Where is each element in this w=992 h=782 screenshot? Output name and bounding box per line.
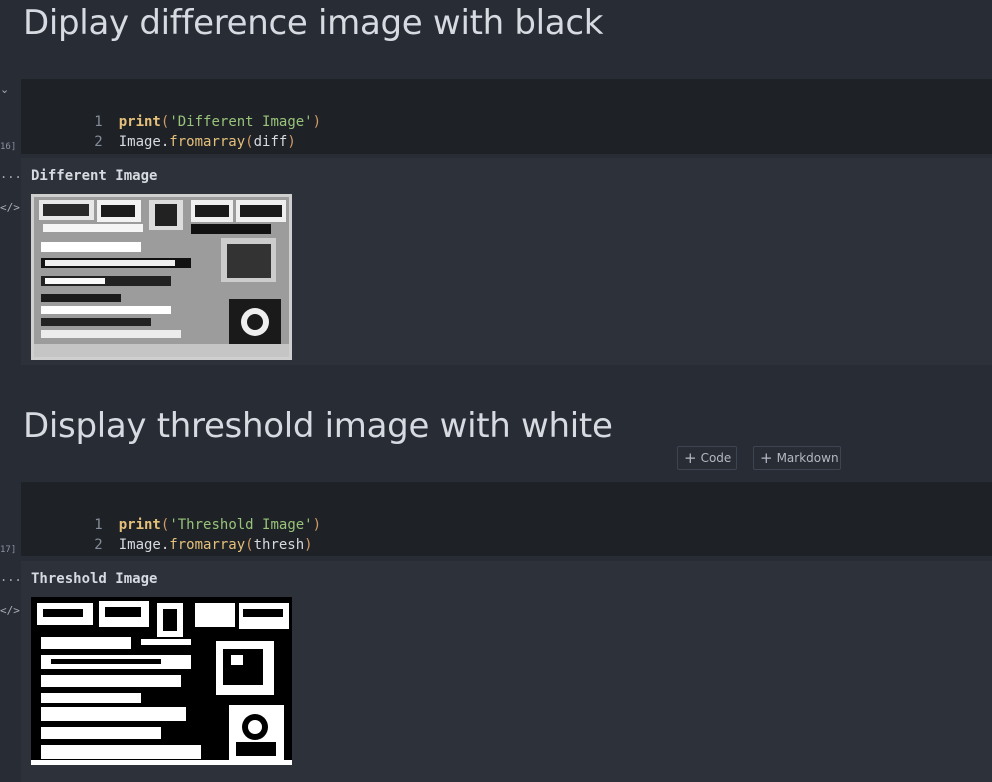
code-token-function: fromarray: [169, 134, 246, 150]
add-code-label: Code: [700, 451, 732, 465]
code-cell[interactable]: 1 print('Different Image') 2 Image.fromarr…: [21, 79, 992, 154]
output-code-icon[interactable]: </>: [0, 201, 20, 214]
output-more-icon[interactable]: ...: [0, 167, 22, 181]
add-code-cell-button[interactable]: + Code: [677, 446, 737, 470]
code-line: 2 Image.fromarray(thresh): [21, 515, 312, 553]
code-token-paren: ): [312, 114, 322, 130]
code-line: 1 print('Threshold Image'): [21, 495, 321, 533]
markdown-heading-difference: Diplay difference image with black: [23, 3, 604, 43]
cell-output: Different Image: [21, 158, 992, 365]
execution-count: 16]: [0, 142, 17, 152]
output-image-threshold: [31, 597, 292, 765]
markdown-heading-threshold: Display threshold image with white: [23, 406, 613, 446]
plus-icon: +: [684, 449, 697, 467]
line-number: 2: [94, 134, 103, 150]
add-markdown-cell-button[interactable]: + Markdown: [753, 446, 841, 470]
line-number: 2: [94, 537, 103, 553]
code-token-paren: ): [304, 537, 313, 553]
code-token-arg: thresh: [253, 537, 305, 553]
output-text: Different Image: [31, 168, 158, 184]
output-code-icon[interactable]: </>: [0, 604, 20, 617]
output-more-icon[interactable]: ...: [0, 570, 22, 584]
cell-output: Threshold Image: [21, 561, 992, 782]
code-line: 1 print('Different Image'): [21, 92, 321, 130]
code-token-paren: ): [312, 517, 322, 533]
add-markdown-label: Markdown: [776, 451, 839, 465]
code-token-arg: diff: [253, 134, 288, 150]
code-token-object: Image.: [118, 537, 170, 553]
code-token-function: fromarray: [169, 537, 246, 553]
code-line: 2 Image.fromarray(diff): [21, 112, 295, 150]
code-token-paren: (: [245, 537, 254, 553]
output-image-difference: [31, 194, 292, 360]
code-token-object: Image.: [118, 134, 170, 150]
plus-icon: +: [760, 449, 773, 467]
cell-collapse-chevron-icon[interactable]: ⌄: [0, 83, 9, 96]
output-text: Threshold Image: [31, 571, 158, 587]
code-token-paren: ): [287, 134, 296, 150]
code-token-paren: (: [245, 134, 254, 150]
code-cell[interactable]: 1 print('Threshold Image') 2 Image.fromarr…: [21, 482, 992, 556]
execution-count: 17]: [0, 545, 17, 555]
